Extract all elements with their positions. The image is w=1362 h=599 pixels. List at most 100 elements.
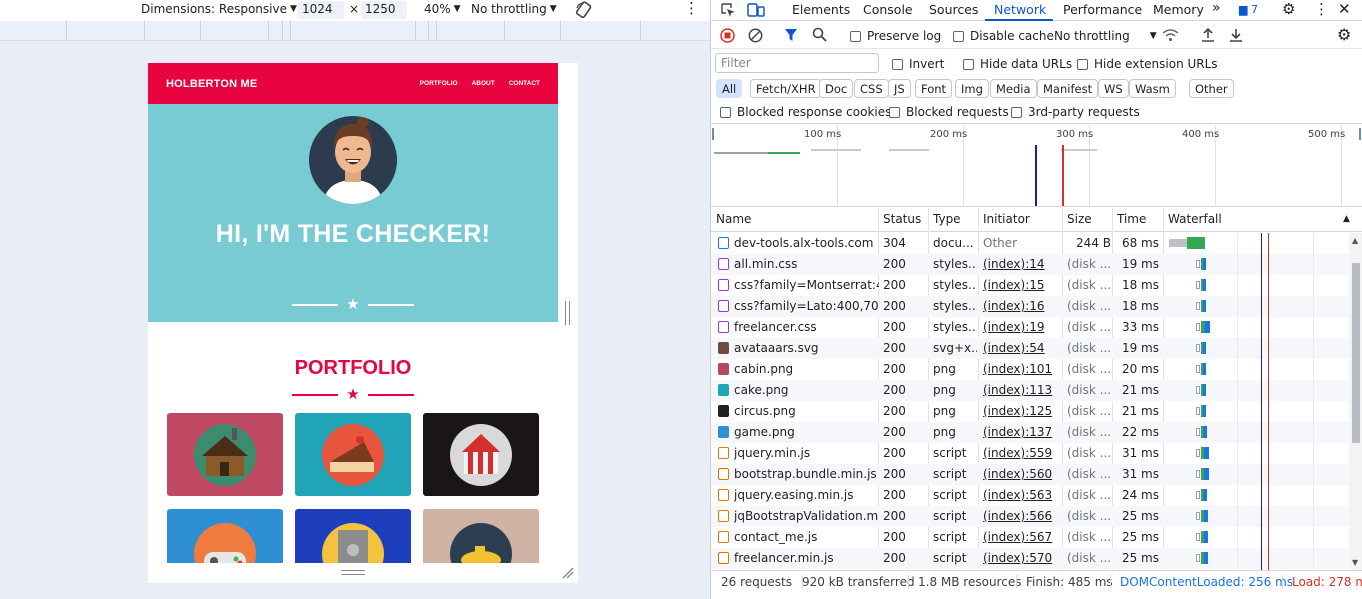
inspect-element-icon[interactable] — [720, 2, 736, 18]
cell-initiator[interactable]: (index):560 — [983, 467, 1061, 481]
type-filter-js[interactable]: JS — [888, 79, 911, 98]
checkbox-box[interactable] — [1077, 58, 1088, 70]
scroll-up-icon[interactable]: ▲ — [1352, 236, 1358, 245]
portfolio-tile-cake[interactable] — [295, 413, 411, 496]
cell-initiator[interactable]: (index):14 — [983, 257, 1061, 271]
checkbox-box[interactable] — [720, 106, 731, 118]
cell-initiator[interactable]: Other — [983, 236, 1061, 250]
table-row[interactable]: cake.png 200 png (index):113 (disk ... 21 ms — [711, 380, 1349, 401]
filter-funnel-icon[interactable] — [784, 28, 798, 42]
cell-name[interactable]: freelancer.min.js — [734, 551, 879, 565]
tab-elements[interactable]: Elements — [792, 2, 850, 17]
more-tabs-icon[interactable]: » — [1212, 0, 1221, 16]
cell-initiator[interactable]: (index):570 — [983, 551, 1061, 565]
more-options-icon[interactable]: ⋮ — [684, 0, 699, 17]
column-header-size[interactable]: Size — [1067, 212, 1092, 226]
portfolio-tile-safe[interactable] — [295, 509, 411, 563]
third-party-checkbox[interactable]: 3rd-party requests — [1011, 105, 1140, 119]
table-row[interactable]: contact_me.js 200 script (index):567 (disk .… — [711, 527, 1349, 548]
issues-badge[interactable]: ▆ 7 — [1239, 3, 1258, 16]
cell-initiator[interactable]: (index):559 — [983, 446, 1061, 460]
table-row[interactable]: bootstrap.bundle.min.js 200 script (index):… — [711, 464, 1349, 485]
settings-gear-icon[interactable]: ⚙ — [1282, 0, 1295, 18]
overview-range-handle-right[interactable] — [1359, 128, 1361, 140]
table-row[interactable]: css?family=Montserrat:4... 200 styles... (i… — [711, 275, 1349, 296]
tab-performance[interactable]: Performance — [1063, 2, 1142, 17]
search-icon[interactable] — [812, 27, 827, 42]
preserve-log-checkbox[interactable]: Preserve log — [850, 29, 941, 43]
table-scrollbar-thumb[interactable] — [1352, 263, 1360, 443]
import-har-icon[interactable] — [1201, 27, 1215, 42]
more-options-icon[interactable]: ⋮ — [1314, 0, 1329, 18]
cell-name[interactable]: cabin.png — [734, 362, 879, 376]
cell-name[interactable]: jquery.min.js — [734, 446, 879, 460]
network-conditions-icon[interactable] — [1162, 28, 1179, 42]
type-filter-other[interactable]: Other — [1189, 79, 1234, 98]
table-row[interactable]: game.png 200 png (index):137 (disk ... 22 ms — [711, 422, 1349, 443]
vertical-resize-handle[interactable] — [565, 301, 570, 325]
device-toggle-icon[interactable] — [747, 2, 765, 18]
cell-initiator[interactable]: (index):19 — [983, 320, 1061, 334]
table-row[interactable]: jquery.min.js 200 script (index):559 (disk .… — [711, 443, 1349, 464]
type-filter-manifest[interactable]: Manifest — [1037, 79, 1099, 98]
type-filter-css[interactable]: CSS — [854, 79, 889, 98]
table-row[interactable]: circus.png 200 png (index):125 (disk ... 21 m… — [711, 401, 1349, 422]
table-row[interactable]: cabin.png 200 png (index):101 (disk ... 20 ms — [711, 359, 1349, 380]
dimensions-dropdown[interactable]: Dimensions: Responsive ▼ — [141, 2, 297, 16]
network-overview-timeline[interactable]: 100 ms 200 ms 300 ms 400 ms 500 ms — [711, 125, 1362, 207]
column-header-name[interactable]: Name — [716, 212, 751, 226]
corner-resize-icon[interactable] — [561, 566, 574, 579]
table-row[interactable]: jqBootstrapValidation.mi... 200 script (ind… — [711, 506, 1349, 527]
cell-initiator[interactable]: (index):566 — [983, 509, 1061, 523]
clear-icon[interactable] — [748, 28, 763, 43]
type-filter-media[interactable]: Media — [990, 79, 1037, 98]
table-scrollbar[interactable]: ▲ ▼ — [1349, 233, 1362, 570]
checkbox-box[interactable] — [963, 58, 974, 70]
filter-input[interactable]: Filter — [715, 53, 879, 73]
column-header-type[interactable]: Type — [933, 212, 961, 226]
type-filter-img[interactable]: Img — [955, 79, 989, 98]
hide-extension-urls-checkbox[interactable]: Hide extension URLs — [1077, 57, 1218, 71]
tab-console[interactable]: Console — [863, 2, 913, 17]
nav-link-portfolio[interactable]: PORTFOLIO — [420, 80, 458, 87]
bottom-resize-handle[interactable] — [341, 570, 365, 575]
cell-name[interactable]: bootstrap.bundle.min.js — [734, 467, 879, 481]
cell-name[interactable]: css?family=Montserrat:4... — [734, 278, 879, 292]
tab-network[interactable]: Network — [994, 2, 1046, 17]
tab-sources[interactable]: Sources — [929, 2, 978, 17]
portfolio-tile-circus[interactable] — [423, 413, 539, 496]
column-header-waterfall[interactable]: Waterfall — [1168, 212, 1222, 226]
checkbox-box[interactable] — [889, 106, 900, 118]
table-row[interactable]: freelancer.min.js 200 script (index):570 (di… — [711, 548, 1349, 569]
cell-initiator[interactable]: (index):16 — [983, 299, 1061, 313]
type-filter-fetch-xhr[interactable]: Fetch/XHR — [750, 79, 822, 98]
cell-initiator[interactable]: (index):54 — [983, 341, 1061, 355]
invert-checkbox[interactable]: Invert — [892, 57, 944, 71]
cell-initiator[interactable]: (index):563 — [983, 488, 1061, 502]
type-filter-font[interactable]: Font — [915, 79, 953, 98]
checkbox-box[interactable] — [892, 58, 903, 70]
type-filter-ws[interactable]: WS — [1098, 79, 1129, 98]
network-throttling-dropdown[interactable]: No throttling ▼ — [1054, 29, 1157, 43]
close-icon[interactable]: ✕ — [1338, 0, 1351, 18]
type-filter-all[interactable]: All — [716, 79, 743, 98]
cell-initiator[interactable]: (index):15 — [983, 278, 1061, 292]
site-brand[interactable]: HOLBERTON ME — [166, 78, 257, 90]
cell-initiator[interactable]: (index):101 — [983, 362, 1061, 376]
checkbox-box[interactable] — [850, 30, 861, 42]
record-stop-icon[interactable] — [720, 28, 735, 43]
checkbox-box[interactable] — [1011, 106, 1022, 118]
cell-name[interactable]: circus.png — [734, 404, 879, 418]
cell-name[interactable]: css?family=Lato:400,700... — [734, 299, 879, 313]
portfolio-tile-game[interactable] — [167, 509, 283, 563]
cell-name[interactable]: jqBootstrapValidation.mi... — [734, 509, 879, 523]
cell-initiator[interactable]: (index):113 — [983, 383, 1061, 397]
type-filter-doc[interactable]: Doc — [819, 79, 854, 98]
export-har-icon[interactable] — [1229, 27, 1243, 42]
blocked-cookies-checkbox[interactable]: Blocked response cookies — [720, 105, 891, 119]
tab-memory[interactable]: Memory — [1153, 2, 1204, 17]
nav-link-about[interactable]: ABOUT — [472, 80, 495, 87]
cell-initiator[interactable]: (index):567 — [983, 530, 1061, 544]
cell-name[interactable]: jquery.easing.min.js — [734, 488, 879, 502]
table-row[interactable]: avataaars.svg 200 svg+x... (index):54 (disk … — [711, 338, 1349, 359]
